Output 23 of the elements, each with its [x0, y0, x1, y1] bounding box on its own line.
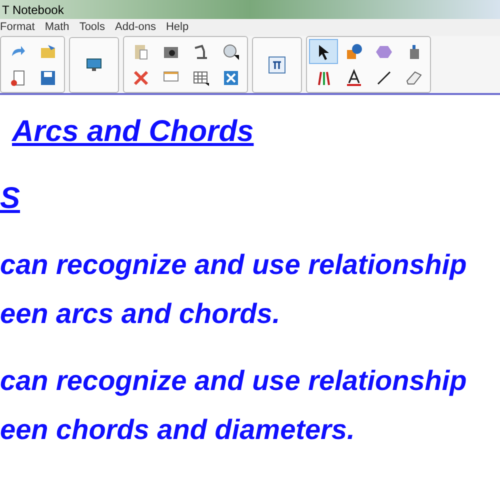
folder-icon [38, 42, 56, 60]
body-text: een arcs and chords. [0, 298, 280, 329]
menu-item[interactable]: Add-ons [115, 19, 156, 36]
table-icon [192, 68, 210, 86]
body-text: can recognize and use relationship [0, 249, 467, 280]
body-text: can recognize and use relationship [0, 365, 467, 396]
menu-item[interactable]: Format [0, 19, 35, 36]
text-tool-icon [344, 68, 362, 86]
pi-icon [268, 56, 286, 74]
menu-item[interactable]: Tools [79, 19, 105, 36]
window-title: T Notebook [2, 2, 64, 18]
menu-item[interactable]: Help [166, 19, 189, 36]
body-text: een chords and diameters. [0, 414, 355, 445]
heading-text: S [0, 182, 20, 215]
eraser-icon [404, 68, 422, 86]
toolbar-button[interactable] [309, 39, 338, 64]
menu-item[interactable]: Math [44, 19, 70, 36]
shapes-icon [344, 42, 362, 60]
page-icon [8, 68, 26, 86]
close-icon [132, 68, 150, 86]
line-tool-icon [374, 68, 392, 86]
monitor-icon [85, 56, 103, 74]
heading-text: Arcs and Chords [12, 115, 254, 148]
